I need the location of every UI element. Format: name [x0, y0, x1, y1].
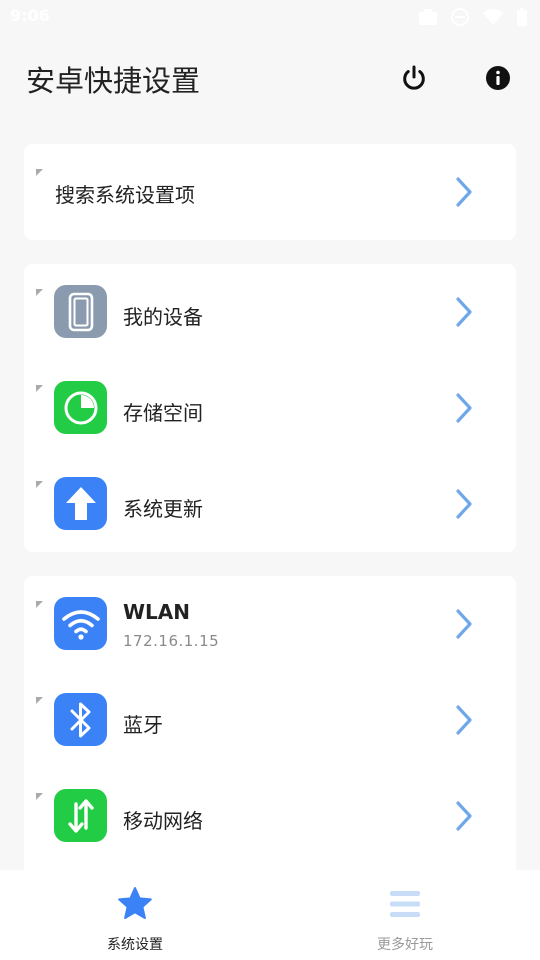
- arrow-up-icon: [54, 477, 107, 530]
- settings-item-bluetooth[interactable]: 蓝牙: [24, 672, 516, 768]
- settings-item-label: 蓝牙: [123, 713, 163, 737]
- dnd-icon: [450, 7, 470, 31]
- battery-icon: [516, 7, 528, 31]
- shortcut-corner-icon: [36, 289, 43, 296]
- status-time: 9:06: [10, 6, 50, 25]
- settings-item-label: 移动网络: [123, 809, 203, 833]
- wifi-status-icon: [482, 8, 504, 30]
- device-card: 我的设备 存储空间 系统更新: [24, 264, 516, 552]
- search-settings-item[interactable]: 搜索系统设置项: [24, 144, 516, 240]
- shortcut-corner-icon: [36, 385, 43, 392]
- chevron-right-icon: [456, 489, 472, 519]
- chevron-right-icon: [456, 177, 472, 207]
- status-icons: [418, 7, 528, 31]
- power-icon: [403, 65, 425, 90]
- chevron-right-icon: [456, 801, 472, 831]
- bottom-nav: 系统设置 更多好玩: [0, 870, 540, 960]
- settings-item-label: 存储空间: [123, 401, 203, 425]
- ip-address: 172.16.1.15: [123, 632, 220, 650]
- shortcut-corner-icon: [36, 697, 43, 704]
- mobile-data-icon: [54, 789, 107, 842]
- star-icon: [118, 887, 152, 919]
- chevron-right-icon: [456, 609, 472, 639]
- phone-icon: [54, 285, 107, 338]
- shortcut-corner-icon: [36, 601, 43, 608]
- network-card: WLAN 172.16.1.15 蓝牙 移动网络: [24, 576, 516, 876]
- camera-icon: [418, 8, 438, 30]
- tab-system-settings[interactable]: 系统设置: [0, 870, 270, 960]
- settings-item-storage[interactable]: 存储空间: [24, 360, 516, 456]
- pie-chart-icon: [54, 381, 107, 434]
- wifi-icon: [54, 597, 107, 650]
- menu-icon: [390, 891, 420, 917]
- shortcut-corner-icon: [36, 793, 43, 800]
- info-button[interactable]: [482, 62, 514, 94]
- status-bar: 9:06: [0, 0, 540, 34]
- settings-item-label: 我的设备: [123, 305, 203, 329]
- search-card: 搜索系统设置项: [24, 144, 516, 240]
- settings-item-label: 系统更新: [123, 497, 203, 521]
- chevron-right-icon: [456, 297, 472, 327]
- tab-more-fun[interactable]: 更多好玩: [270, 870, 540, 960]
- power-button[interactable]: [398, 62, 430, 94]
- bluetooth-icon: [54, 693, 107, 746]
- info-icon: [486, 66, 510, 90]
- chevron-right-icon: [456, 705, 472, 735]
- settings-item-label: WLAN: [123, 600, 191, 624]
- settings-item-my-device[interactable]: 我的设备: [24, 264, 516, 360]
- settings-item-mobile-network[interactable]: 移动网络: [24, 768, 516, 864]
- settings-item-system-update[interactable]: 系统更新: [24, 456, 516, 552]
- shortcut-corner-icon: [36, 169, 43, 176]
- tab-label: 系统设置: [107, 937, 163, 953]
- page-title: 安卓快捷设置: [26, 64, 201, 98]
- chevron-right-icon: [456, 393, 472, 423]
- shortcut-corner-icon: [36, 481, 43, 488]
- search-settings-label: 搜索系统设置项: [55, 183, 195, 207]
- settings-item-wlan[interactable]: WLAN 172.16.1.15: [24, 576, 516, 672]
- tab-label: 更多好玩: [377, 937, 433, 953]
